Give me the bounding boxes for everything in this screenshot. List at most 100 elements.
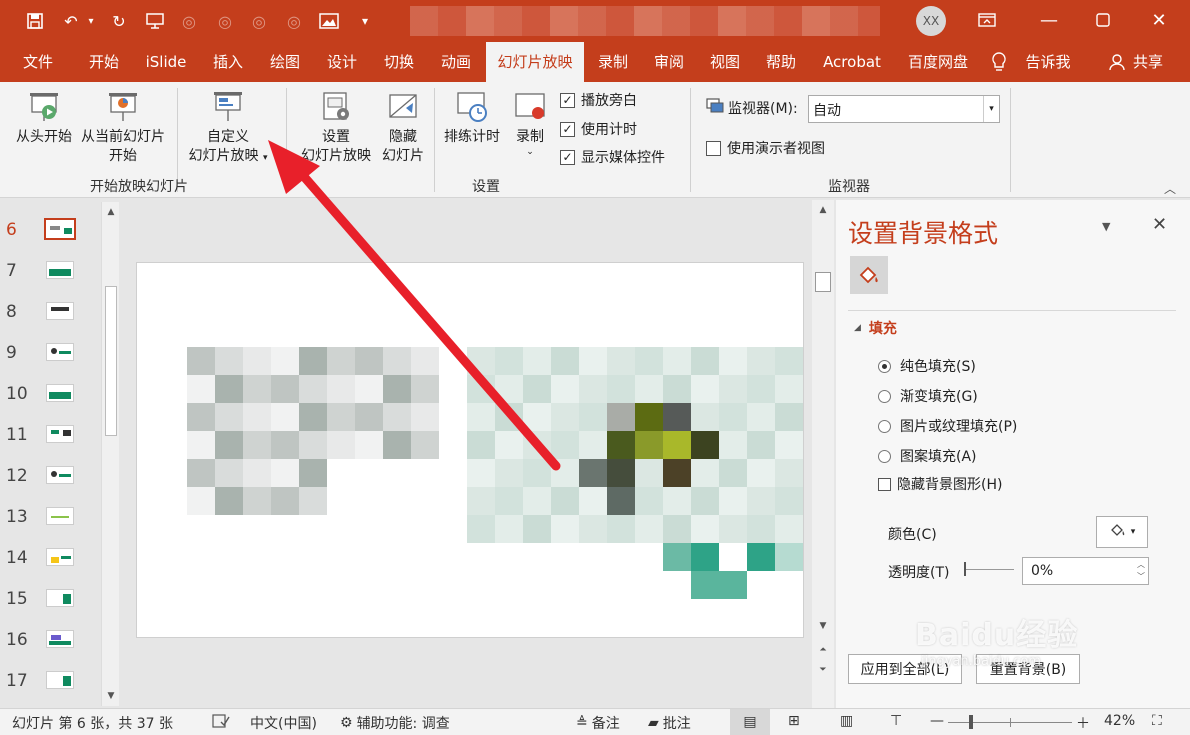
spell-check-icon[interactable] [212, 713, 230, 729]
transparency-slider-track[interactable] [966, 569, 1014, 570]
zoom-slider-handle[interactable] [969, 715, 973, 729]
transparency-input[interactable]: 0% ︿ ﹀ [1022, 557, 1149, 585]
tab-review[interactable]: 审阅 [646, 42, 692, 82]
slide-thumbnail[interactable] [46, 343, 74, 361]
tab-file[interactable]: 文件 [14, 42, 62, 82]
maximize-icon[interactable] [1080, 0, 1126, 40]
pattern-fill-radio[interactable]: 图案填充(A) [878, 444, 977, 468]
thumbnail-row[interactable]: 16 [0, 626, 100, 656]
thumbnail-row[interactable]: 12 [0, 462, 100, 492]
slide-thumbnail[interactable] [46, 671, 74, 689]
tab-animations[interactable]: 动画 [432, 42, 480, 82]
lightbulb-icon[interactable] [988, 42, 1010, 82]
tab-baidu-netdisk[interactable]: 百度网盘 [902, 42, 974, 82]
setup-slideshow-button[interactable]: 设置 幻灯片放映 [296, 90, 376, 166]
close-icon[interactable]: ✕ [1136, 0, 1182, 40]
from-beginning-button[interactable]: 从头开始 [10, 90, 78, 147]
fill-bucket-icon[interactable] [850, 256, 888, 294]
previous-slide-icon[interactable]: ⏶ [812, 642, 834, 658]
picture-fill-radio[interactable]: 图片或纹理填充(P) [878, 414, 1017, 438]
slide-canvas[interactable] [136, 262, 804, 638]
zoom-in-icon[interactable]: ＋ [1076, 713, 1090, 733]
minimize-icon[interactable]: — [1026, 0, 1072, 40]
reading-view-icon[interactable]: ▥ [840, 713, 853, 729]
tab-slideshow[interactable]: 幻灯片放映 [486, 42, 584, 82]
pane-options-icon[interactable]: ▼ [1102, 220, 1110, 233]
slide-thumbnail[interactable] [46, 384, 74, 402]
thumbnail-row[interactable]: 11 [0, 421, 100, 451]
tab-insert[interactable]: 插入 [204, 42, 252, 82]
thumbnail-row[interactable]: 9 [0, 339, 100, 369]
collapse-ribbon-icon[interactable]: ︿ [1164, 180, 1176, 197]
shape-fragment-icon[interactable]: ◎ [246, 8, 272, 34]
hide-slide-button[interactable]: 隐藏 幻灯片 [376, 90, 430, 166]
rehearse-timings-button[interactable]: 排练计时 [438, 90, 506, 147]
language-indicator[interactable]: 中文(中国) [250, 713, 317, 733]
tab-design[interactable]: 设计 [318, 42, 366, 82]
thumbnails-scrollbar[interactable]: ▲ ▼ [101, 202, 119, 706]
share-button[interactable]: 共享 [1128, 42, 1168, 82]
close-pane-icon[interactable]: ✕ [1152, 214, 1167, 235]
solid-fill-radio[interactable]: 纯色填充(S) [878, 354, 976, 378]
slide-thumbnail[interactable] [46, 466, 74, 484]
tab-record[interactable]: 录制 [590, 42, 636, 82]
slide-thumbnail[interactable] [46, 548, 74, 566]
slide-thumbnail[interactable] [44, 218, 76, 240]
slideshow-view-icon[interactable]: ⊤ [890, 713, 902, 729]
thumbnail-row[interactable]: 15 [0, 585, 100, 615]
save-icon[interactable] [22, 8, 48, 34]
show-media-controls-checkbox[interactable]: ✓ 显示媒体控件 [560, 146, 665, 168]
scroll-thumb[interactable] [105, 286, 117, 436]
notes-button[interactable]: ≜ 备注 [576, 713, 620, 733]
scroll-down-icon[interactable]: ▼ [812, 618, 834, 634]
normal-view-icon[interactable]: ▤ [730, 709, 770, 735]
picture-icon[interactable] [316, 8, 342, 34]
scroll-thumb[interactable] [815, 272, 831, 292]
tab-draw[interactable]: 绘图 [261, 42, 309, 82]
tell-me-search[interactable]: 告诉我 [1020, 42, 1076, 82]
redo-icon[interactable]: ↻ [106, 8, 132, 34]
record-button[interactable]: 录制 ⌄ [508, 90, 552, 157]
next-slide-icon[interactable]: ⏷ [812, 662, 834, 678]
thumbnail-row[interactable]: 17 [0, 667, 100, 697]
thumbnail-row[interactable]: 14 [0, 544, 100, 574]
undo-dropdown-icon[interactable]: ▾ [84, 8, 98, 34]
presenter-view-checkbox[interactable]: 使用演示者视图 [706, 137, 825, 159]
slide-thumbnail[interactable] [46, 507, 74, 525]
fill-section-header[interactable]: ◢ 填充 [854, 318, 897, 338]
spinner-arrows-icon[interactable]: ︿ ﹀ [1137, 559, 1145, 583]
tab-islide[interactable]: iSlide [140, 42, 192, 82]
ribbon-display-icon[interactable] [964, 0, 1010, 40]
gradient-fill-radio[interactable]: 渐变填充(G) [878, 384, 978, 408]
chevron-down-icon[interactable]: ▾ [983, 96, 999, 122]
slide-thumbnail[interactable] [46, 425, 74, 443]
scroll-up-icon[interactable]: ▲ [812, 202, 834, 218]
user-icon[interactable] [1106, 42, 1128, 82]
slide-sorter-icon[interactable]: ⊞ [788, 713, 800, 729]
thumbnail-row[interactable]: 8 [0, 298, 100, 328]
slide-thumbnail[interactable] [46, 261, 74, 279]
play-narrations-checkbox[interactable]: ✓ 播放旁白 [560, 89, 637, 111]
thumbnail-row[interactable]: 10 [0, 380, 100, 410]
undo-icon[interactable]: ↶ [58, 8, 84, 34]
zoom-level[interactable]: 42% [1104, 713, 1135, 729]
tab-home[interactable]: 开始 [80, 42, 128, 82]
thumbnail-row[interactable]: 7 [0, 257, 100, 287]
color-picker-button[interactable]: ▾ [1096, 516, 1148, 548]
thumbnail-row[interactable]: 6 [0, 216, 100, 246]
zoom-out-icon[interactable]: — [930, 713, 944, 729]
comments-button[interactable]: ▰ 批注 [648, 713, 691, 733]
avatar[interactable]: XX [916, 6, 946, 36]
shape-combine-icon[interactable]: ◎ [212, 8, 238, 34]
canvas-scrollbar[interactable]: ▲ ▼ ⏶ ⏷ [812, 200, 834, 708]
tab-view[interactable]: 视图 [702, 42, 748, 82]
tab-acrobat[interactable]: Acrobat [818, 42, 886, 82]
customize-toolbar-icon[interactable]: ▾ [352, 8, 378, 34]
fit-to-window-icon[interactable]: ⛶ [1152, 713, 1162, 729]
custom-slideshow-button[interactable]: 自定义 幻灯片放映 ▾ [180, 90, 276, 168]
scroll-down-icon[interactable]: ▼ [102, 688, 120, 704]
tab-transitions[interactable]: 切换 [375, 42, 423, 82]
accessibility-indicator[interactable]: ⚙ 辅助功能: 调查 [340, 713, 450, 733]
from-current-button[interactable]: 从当前幻灯片 开始 [76, 90, 170, 166]
shape-union-icon[interactable]: ◎ [176, 8, 202, 34]
